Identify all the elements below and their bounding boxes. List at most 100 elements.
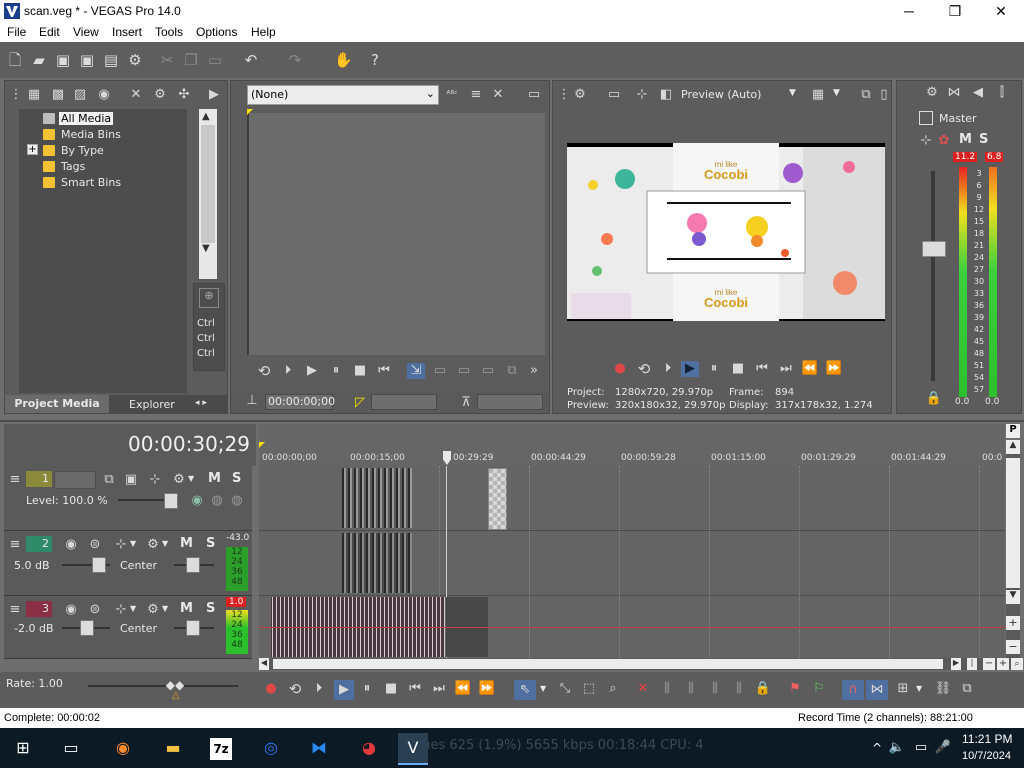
tree-item-by-type[interactable]: By Type <box>61 144 104 157</box>
scroll-right-icon[interactable]: ▶ <box>951 658 961 670</box>
video-clip-1[interactable] <box>342 468 412 528</box>
scroll-down-icon[interactable]: ▼ <box>202 243 210 254</box>
envelope-tool-icon[interactable]: ⤡ <box>556 681 574 697</box>
minimize-button[interactable]: ─ <box>886 0 932 22</box>
child-icon[interactable]: ◍ <box>228 493 246 509</box>
external-monitor-icon[interactable]: ▭ <box>605 87 623 103</box>
stop-icon[interactable]: ■ <box>382 681 400 697</box>
menu-tools[interactable]: Tools <box>155 25 183 39</box>
auto-ripple-icon[interactable]: ⊞ <box>894 681 912 697</box>
trim-icon[interactable]: ▭ <box>479 363 497 379</box>
close-button[interactable]: ✕ <box>978 0 1024 22</box>
track-number-3[interactable]: 3 <box>26 601 52 617</box>
loop-icon[interactable]: ⟲ <box>635 361 653 377</box>
pause-icon[interactable]: ⏸ <box>705 361 723 377</box>
menu-help[interactable]: Help <box>251 25 276 39</box>
menu-file[interactable]: File <box>7 25 26 39</box>
preview-properties-gear-icon[interactable]: ⚙ <box>571 87 589 103</box>
properties-gear-icon[interactable]: ⚙ <box>126 51 144 69</box>
delete-icon[interactable]: ✕ <box>634 681 652 697</box>
tab-scroll-arrows-icon[interactable]: ◂ ▸ <box>195 398 207 408</box>
stop-icon[interactable]: ■ <box>351 363 369 379</box>
auto-crossfade-icon[interactable]: ⋈ <box>866 680 888 700</box>
recorder-icon[interactable]: ◕ <box>354 733 384 763</box>
trim-icon[interactable]: ▭ <box>431 363 449 379</box>
splitter[interactable] <box>0 420 1024 422</box>
play-icon[interactable]: ▶ <box>334 680 354 700</box>
trim-icon[interactable]: ▭ <box>455 363 473 379</box>
master-mute-button[interactable]: M <box>959 132 972 147</box>
ignore-grouping-icon[interactable]: ⧉ <box>958 681 976 697</box>
play-from-start-icon[interactable]: ⏵ <box>310 681 328 697</box>
spellcheck-icon[interactable]: ᴬᴮᶜ <box>443 87 461 103</box>
pan-slider-thumb[interactable] <box>186 620 200 636</box>
volume-slider-thumb[interactable] <box>80 620 94 636</box>
in-point-icon[interactable]: ◸ <box>351 395 369 411</box>
vegas-taskbar-icon[interactable]: V <box>398 733 428 765</box>
track-number-1[interactable]: 1 <box>26 471 52 487</box>
horizontal-scrollbar[interactable]: ◀ ▶ | − + ⌕ <box>259 658 1023 670</box>
marker-bar-icon[interactable]: P <box>1006 424 1020 438</box>
enable-snapping-icon[interactable]: ✋ <box>334 51 353 69</box>
tree-item-all-media[interactable]: All Media <box>59 112 114 125</box>
parent-icon[interactable]: ◍ <box>208 493 226 509</box>
go-to-start-icon[interactable]: ⏮ <box>753 361 771 377</box>
track-collapse-icon[interactable]: ≡ <box>6 472 24 488</box>
menu-insert[interactable]: Insert <box>112 25 142 39</box>
track-name-field[interactable] <box>54 471 96 489</box>
import-media-icon[interactable]: ▦ <box>25 87 43 103</box>
clear-trimmer-icon[interactable]: ✕ <box>489 87 507 103</box>
composite-mode-icon[interactable]: ◉ <box>188 493 206 509</box>
downmix-icon[interactable]: ⋈ <box>945 85 963 101</box>
open-folder-icon[interactable]: ▰ <box>30 51 48 69</box>
length-field[interactable] <box>477 394 543 410</box>
cut-icon[interactable]: ✂ <box>158 51 176 69</box>
lock-icon[interactable]: 🔒 <box>925 391 943 407</box>
next-frame-icon[interactable]: ⏩ <box>825 361 843 377</box>
zoom-tool-icon[interactable]: ⌕ <box>604 681 622 697</box>
go-to-start-icon[interactable]: ⏮ <box>406 681 424 697</box>
track-1-mute[interactable]: M <box>208 471 221 486</box>
trimmer-dropdown[interactable]: (None) ⌄ <box>247 85 439 105</box>
play-icon[interactable]: ▶ <box>681 361 699 377</box>
expand-icon[interactable]: + <box>27 144 38 155</box>
scroll-left-icon[interactable]: ◀ <box>259 658 269 670</box>
render-icon[interactable]: ▤ <box>102 51 120 69</box>
paste-icon[interactable]: ▭ <box>206 51 224 69</box>
audio-clip-2[interactable] <box>342 533 412 593</box>
tree-item-media-bins[interactable]: Media Bins <box>61 128 121 141</box>
generator-icon[interactable]: ✣ <box>175 87 193 103</box>
track-input-icon[interactable]: ⊹ <box>112 537 130 553</box>
vertical-scrollbar[interactable]: ▲ ▼ + − <box>1006 440 1020 660</box>
playhead-icon[interactable] <box>443 451 451 465</box>
normal-edit-tool-icon[interactable]: ⇖ <box>514 680 536 700</box>
lock-envelopes-icon[interactable]: 🔒 <box>754 681 772 697</box>
record-icon[interactable]: ● <box>262 681 280 697</box>
menu-options[interactable]: Options <box>196 25 237 39</box>
vertical-scroll-thumb[interactable] <box>1006 458 1020 588</box>
copy-snapshot-icon[interactable]: ⧉ <box>857 87 875 103</box>
track-motion-icon[interactable]: ⧉ <box>100 472 118 488</box>
track-number-2[interactable]: 2 <box>26 536 52 552</box>
copy-icon[interactable]: ❐ <box>182 51 200 69</box>
zoom-icon[interactable]: ⊕ <box>199 288 219 308</box>
snap-magnet-icon[interactable]: ∩ <box>842 680 864 700</box>
scroll-up-icon[interactable]: ▲ <box>202 111 210 122</box>
stop-icon[interactable]: ■ <box>729 361 747 377</box>
zoom-in-horizontal-icon[interactable]: + <box>997 658 1009 670</box>
preview-video-frame[interactable]: mi like Cocobi mi like Cocobi <box>567 143 885 321</box>
scroll-right-icon[interactable]: | <box>967 658 977 670</box>
app-icon[interactable]: ⧓ <box>304 733 334 763</box>
split-trim-icon[interactable]: ⫼ <box>730 681 748 697</box>
scroll-down-icon[interactable]: ▼ <box>1006 590 1020 604</box>
save-as-icon[interactable]: ▣ <box>78 51 96 69</box>
track-fx-icon[interactable]: ⚙ <box>144 537 162 553</box>
pause-icon[interactable]: ⏸ <box>327 363 345 379</box>
media-fx-icon[interactable]: ⚙ <box>151 87 169 103</box>
menu-edit[interactable]: Edit <box>39 25 60 39</box>
capture-icon[interactable]: ▩ <box>49 87 67 103</box>
scroll-up-icon[interactable]: ▲ <box>1006 440 1020 454</box>
scroll-thumb[interactable] <box>201 125 215 243</box>
track-input-icon[interactable]: ⊹ <box>112 602 130 618</box>
save-snapshot-icon[interactable]: ▯ <box>875 87 893 103</box>
